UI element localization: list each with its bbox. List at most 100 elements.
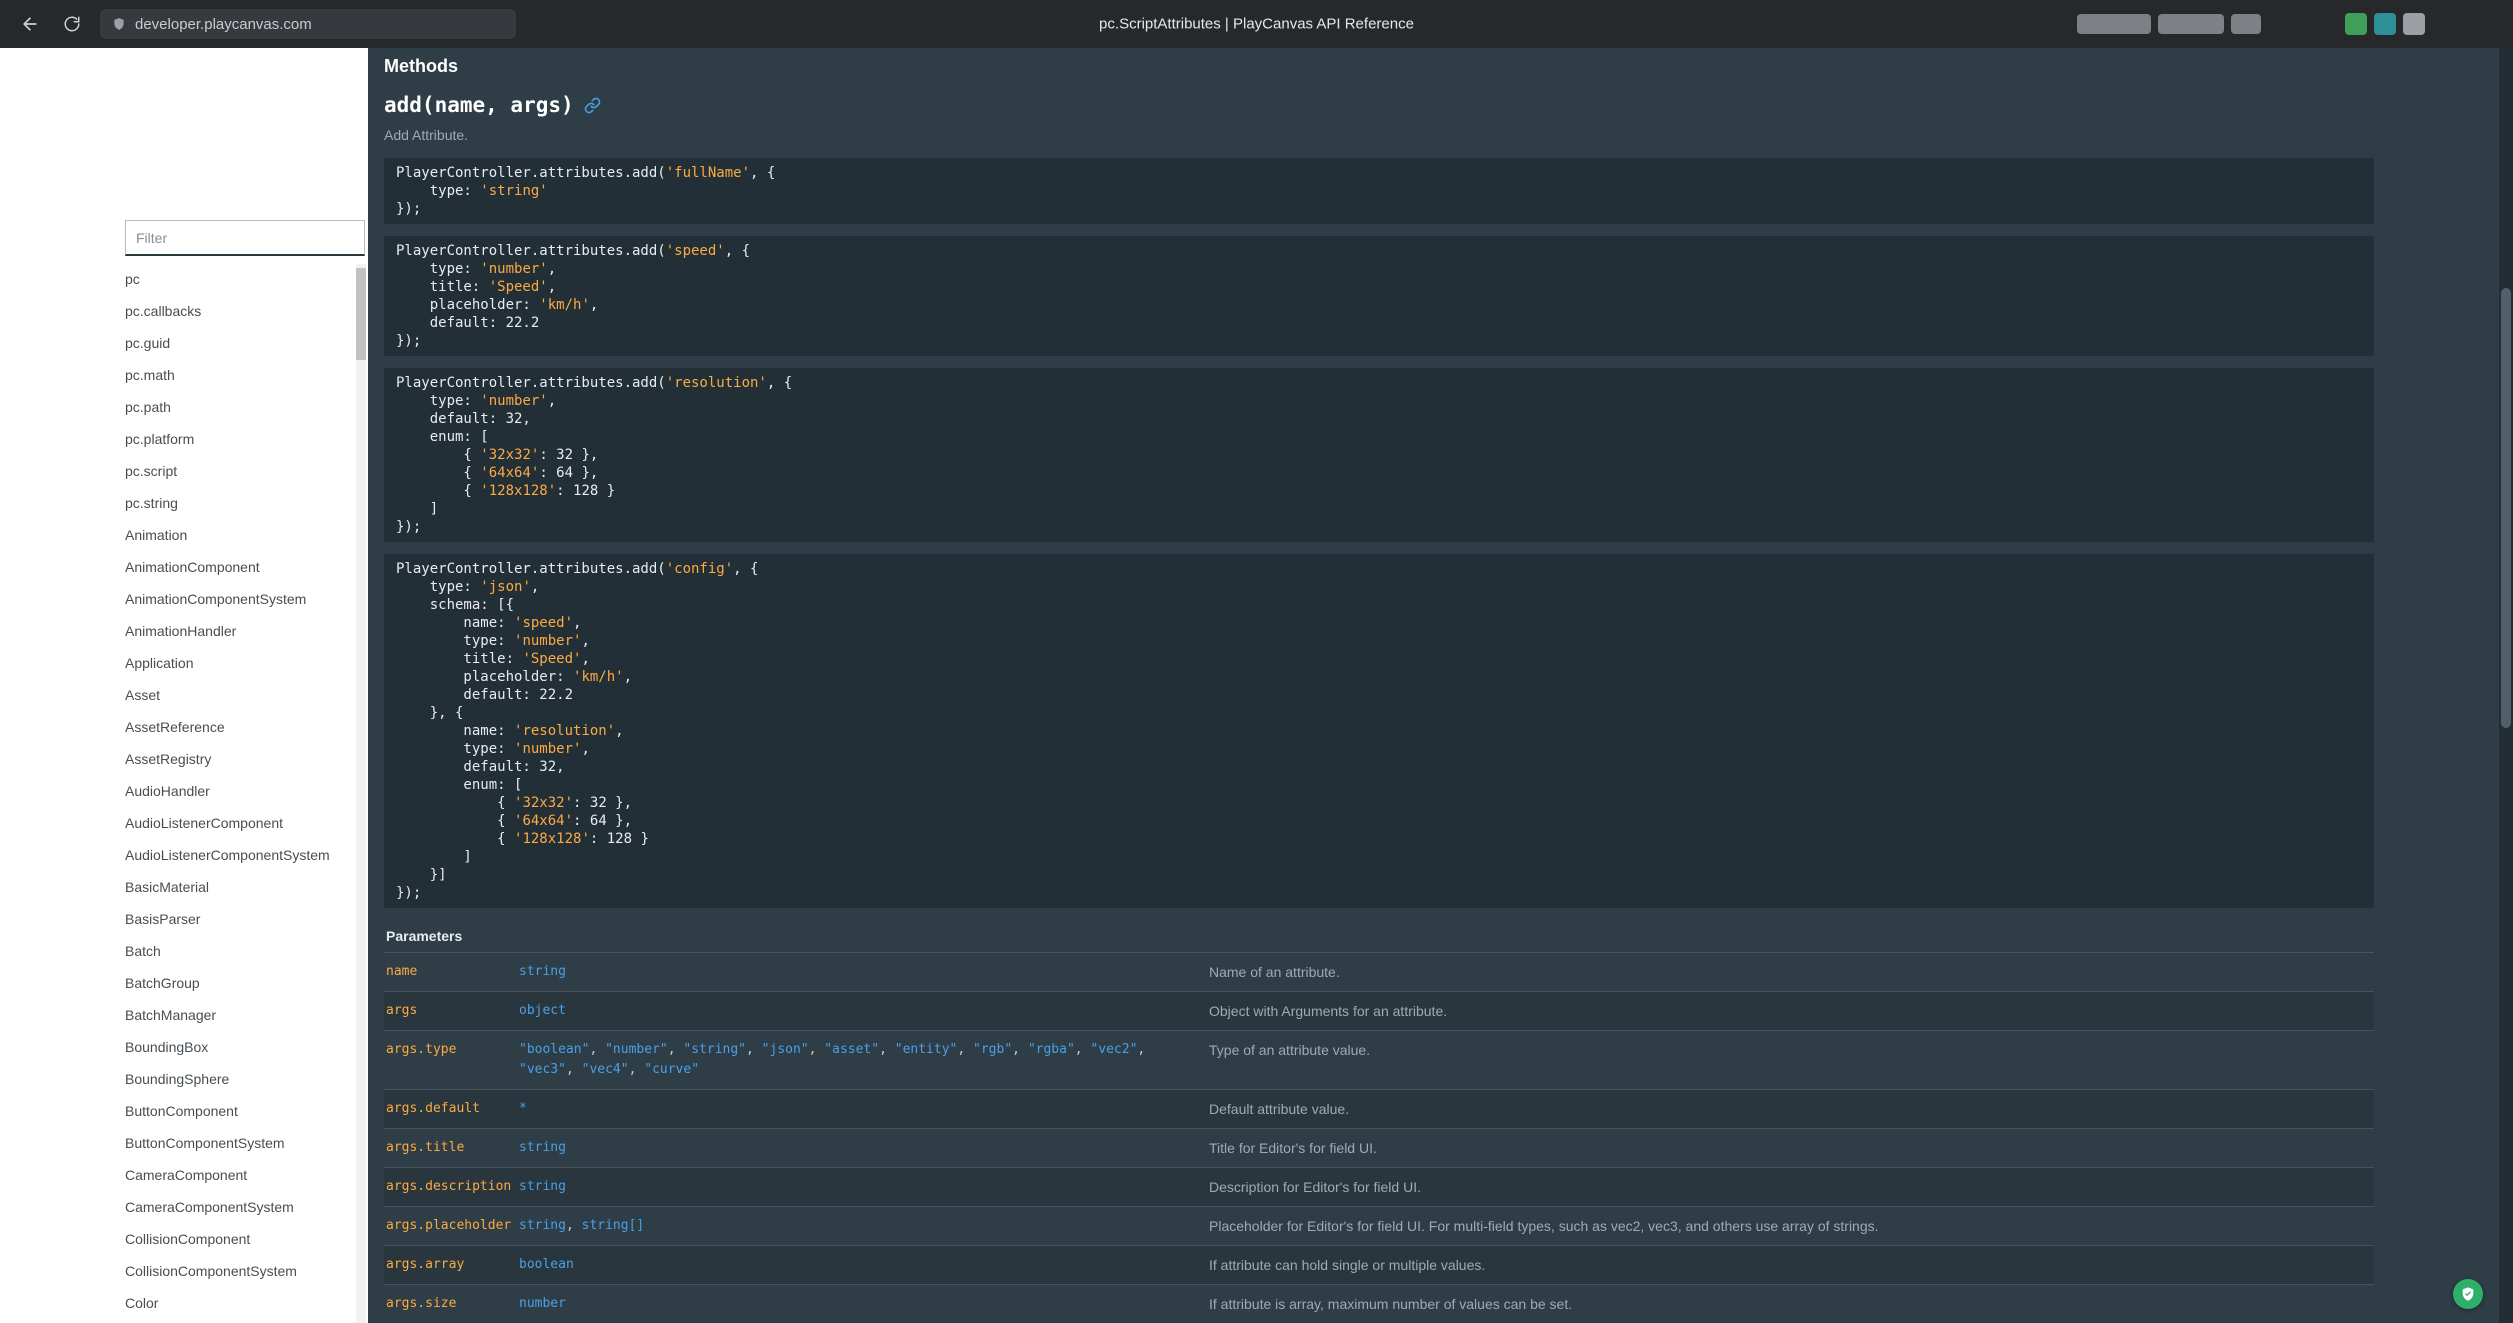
sidebar-item-pc.script[interactable]: pc.script [125, 455, 346, 487]
sidebar-item-BoundingSphere[interactable]: BoundingSphere [125, 1063, 346, 1095]
type-separator: , [566, 1062, 582, 1077]
type-link[interactable]: string[] [582, 1218, 645, 1233]
sidebar-item-CameraComponentSystem[interactable]: CameraComponentSystem [125, 1191, 346, 1223]
code-line: placeholder: 'km/h', [396, 668, 2362, 686]
code-line: }); [396, 332, 2362, 350]
sidebar-item-Asset[interactable]: Asset [125, 679, 346, 711]
type-link[interactable]: "string" [683, 1042, 746, 1057]
method-description: Add Attribute. [384, 127, 2374, 144]
sidebar-item-AnimationComponentSystem[interactable]: AnimationComponentSystem [125, 583, 346, 615]
type-link[interactable]: "entity" [895, 1042, 958, 1057]
type-separator: , [668, 1042, 684, 1057]
code-line: }); [396, 518, 2362, 536]
string-literal: '32x32' [480, 447, 539, 463]
type-link[interactable]: "vec3" [519, 1062, 566, 1077]
sidebar-item-pc[interactable]: pc [125, 263, 346, 295]
code-line: enum: [ [396, 776, 2362, 794]
sidebar-scrollbar-thumb[interactable] [356, 268, 366, 360]
type-link[interactable]: "number" [605, 1042, 668, 1057]
sidebar-item-pc.callbacks[interactable]: pc.callbacks [125, 295, 346, 327]
sidebar-item-AssetReference[interactable]: AssetReference [125, 711, 346, 743]
sidebar-item-AnimationComponent[interactable]: AnimationComponent [125, 551, 346, 583]
code-line: placeholder: 'km/h', [396, 296, 2362, 314]
link-icon[interactable] [584, 97, 601, 114]
code-line: type: 'number', [396, 740, 2362, 758]
sidebar-item-BasicMaterial[interactable]: BasicMaterial [125, 871, 346, 903]
sidebar-item-pc.guid[interactable]: pc.guid [125, 327, 346, 359]
sidebar-item-Application[interactable]: Application [125, 647, 346, 679]
sidebar: pcpc.callbackspc.guidpc.mathpc.pathpc.pl… [0, 48, 368, 1323]
sidebar-item-AnimationHandler[interactable]: AnimationHandler [125, 615, 346, 647]
shield-icon [112, 17, 126, 31]
sidebar-item-BoundingBox[interactable]: BoundingBox [125, 1031, 346, 1063]
string-literal: 'fullName' [666, 165, 750, 181]
param-row-args.array: args.arraybooleanIf attribute can hold s… [384, 1246, 2374, 1285]
sidebar-item-ButtonComponentSystem[interactable]: ButtonComponentSystem [125, 1127, 346, 1159]
type-separator: , [957, 1042, 973, 1057]
type-link[interactable]: boolean [519, 1257, 574, 1272]
sidebar-item-BasisParser[interactable]: BasisParser [125, 903, 346, 935]
sidebar-item-AudioListenerComponent[interactable]: AudioListenerComponent [125, 807, 346, 839]
type-link[interactable]: string [519, 1218, 566, 1233]
type-link[interactable]: "curve" [644, 1062, 699, 1077]
sidebar-item-pc.math[interactable]: pc.math [125, 359, 346, 391]
sidebar-item-CameraComponent[interactable]: CameraComponent [125, 1159, 346, 1191]
sidebar-item-Animation[interactable]: Animation [125, 519, 346, 551]
type-link[interactable]: "json" [762, 1042, 809, 1057]
sidebar-item-CollisionComponent[interactable]: CollisionComponent [125, 1223, 346, 1255]
url-bar[interactable]: developer.playcanvas.com [100, 9, 516, 39]
param-description: Name of an attribute. [1209, 962, 2374, 982]
class-list: pcpc.callbackspc.guidpc.mathpc.pathpc.pl… [125, 263, 346, 1319]
sidebar-item-Color[interactable]: Color [125, 1287, 346, 1319]
sidebar-item-BatchManager[interactable]: BatchManager [125, 999, 346, 1031]
type-link[interactable]: string [519, 1140, 566, 1155]
filter-input[interactable] [125, 220, 365, 256]
type-separator: , [1137, 1042, 1145, 1057]
type-link[interactable]: "vec2" [1090, 1042, 1137, 1057]
sidebar-item-AudioHandler[interactable]: AudioHandler [125, 775, 346, 807]
reload-button[interactable] [58, 10, 86, 38]
code-examples: PlayerController.attributes.add('fullNam… [384, 158, 2374, 908]
type-link[interactable]: * [519, 1101, 527, 1116]
string-literal: 'config' [666, 561, 733, 577]
sidebar-item-CollisionComponentSystem[interactable]: CollisionComponentSystem [125, 1255, 346, 1287]
code-line: type: 'number', [396, 632, 2362, 650]
method-signature-text: add(name, args) [384, 93, 574, 117]
string-literal: '64x64' [514, 813, 573, 829]
extension-icon-teal[interactable] [2374, 13, 2396, 35]
page-scrollbar-thumb[interactable] [2501, 288, 2511, 728]
param-name: args.array [384, 1255, 519, 1275]
sidebar-item-BatchGroup[interactable]: BatchGroup [125, 967, 346, 999]
type-link[interactable]: "boolean" [519, 1042, 589, 1057]
type-link[interactable]: "rgb" [973, 1042, 1012, 1057]
type-link[interactable]: string [519, 1179, 566, 1194]
code-line: PlayerController.attributes.add('speed',… [396, 242, 2362, 260]
param-description: Type of an attribute value. [1209, 1040, 2374, 1060]
sidebar-item-pc.platform[interactable]: pc.platform [125, 423, 346, 455]
privacy-badge[interactable] [2453, 1279, 2483, 1309]
page-scrollbar[interactable] [2499, 48, 2513, 1323]
type-link[interactable]: "asset" [824, 1042, 879, 1057]
sidebar-item-Batch[interactable]: Batch [125, 935, 346, 967]
sidebar-item-pc.string[interactable]: pc.string [125, 487, 346, 519]
sidebar-item-AudioListenerComponentSystem[interactable]: AudioListenerComponentSystem [125, 839, 346, 871]
param-description: Default attribute value. [1209, 1099, 2374, 1119]
type-link[interactable]: object [519, 1003, 566, 1018]
param-types: object [519, 1001, 1209, 1021]
type-link[interactable]: string [519, 964, 566, 979]
extension-icon-gray[interactable] [2403, 13, 2425, 35]
type-link[interactable]: "rgba" [1028, 1042, 1075, 1057]
parameters-table: namestringName of an attribute.argsobjec… [384, 953, 2374, 1323]
back-button[interactable] [16, 10, 44, 38]
sidebar-scrollbar[interactable] [356, 264, 366, 1323]
param-row-name: namestringName of an attribute. [384, 953, 2374, 992]
sidebar-item-AssetRegistry[interactable]: AssetRegistry [125, 743, 346, 775]
type-link[interactable]: "vec4" [582, 1062, 629, 1077]
extension-icon-green[interactable] [2345, 13, 2367, 35]
param-name: args.default [384, 1099, 519, 1119]
sidebar-item-ButtonComponent[interactable]: ButtonComponent [125, 1095, 346, 1127]
type-link[interactable]: number [519, 1296, 566, 1311]
string-literal: '128x128' [480, 483, 556, 499]
type-separator: , [809, 1042, 825, 1057]
sidebar-item-pc.path[interactable]: pc.path [125, 391, 346, 423]
